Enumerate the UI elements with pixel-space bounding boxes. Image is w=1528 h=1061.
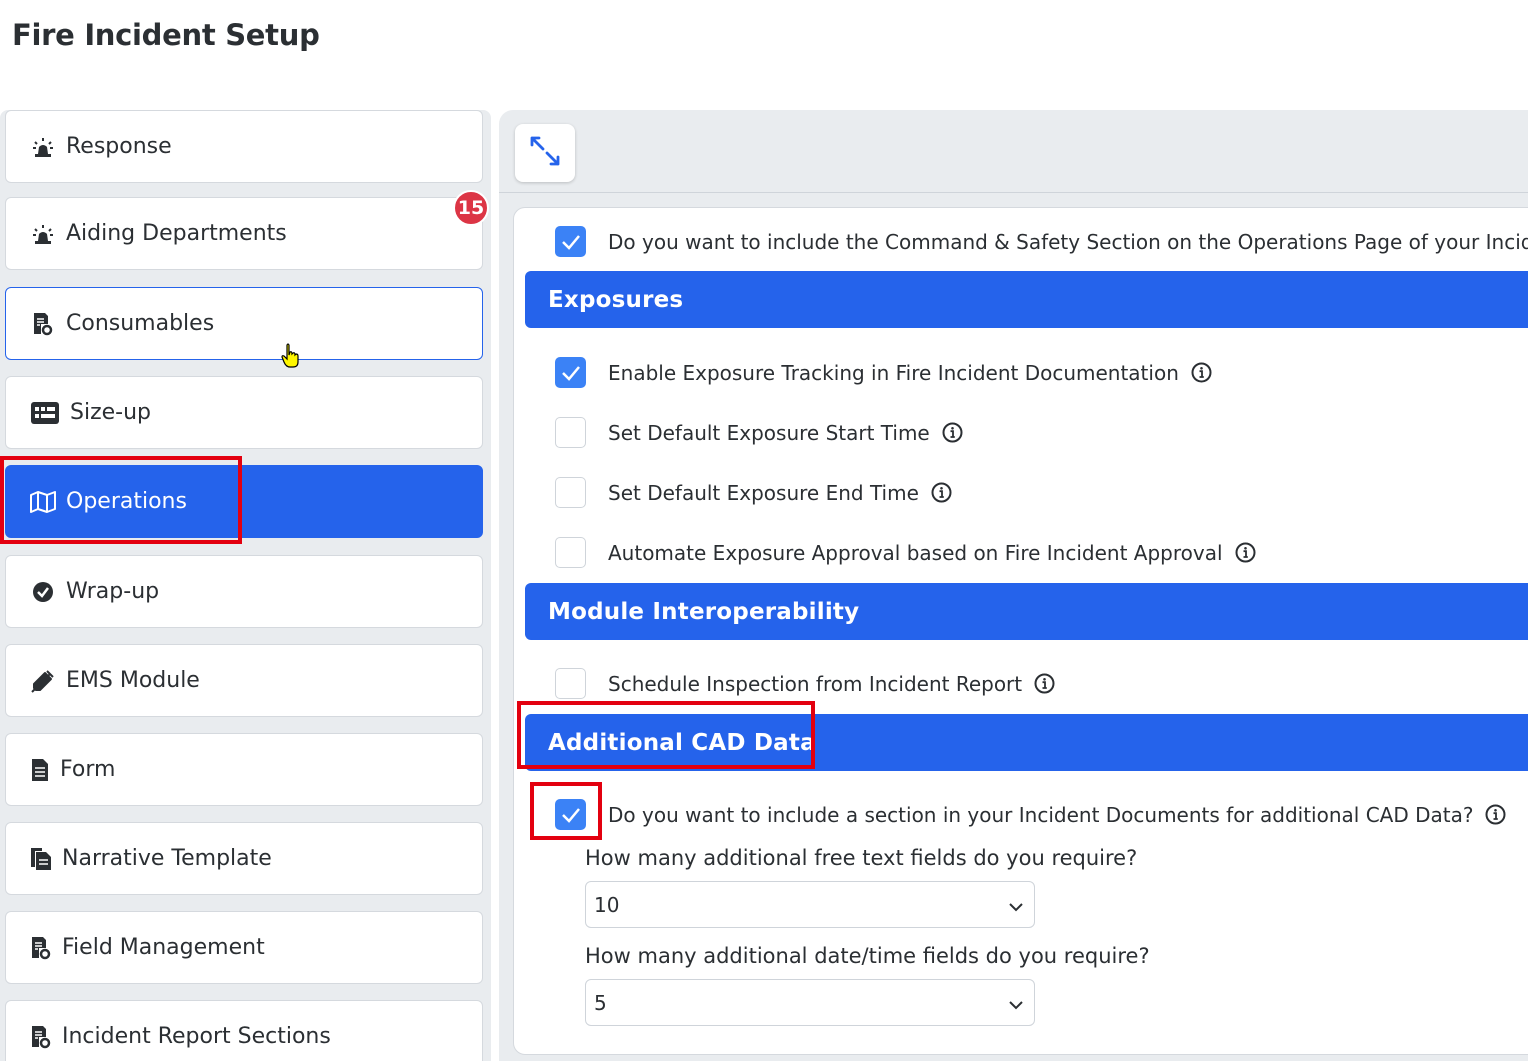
cad-include-row: Do you want to include a section in your… (555, 799, 1506, 830)
sidebar-item-label: Field Management (62, 935, 265, 960)
info-icon[interactable] (1485, 804, 1506, 825)
schedule-inspection-row: Schedule Inspection from Incident Report (555, 668, 1055, 699)
exposures-header: Exposures (525, 271, 1528, 328)
schedule-inspection-label: Schedule Inspection from Incident Report (608, 671, 1023, 696)
command-safety-label: Do you want to include the Command & Saf… (608, 229, 1528, 254)
info-icon[interactable] (942, 422, 963, 443)
sidebar-item-wrap-up[interactable]: Wrap-up (5, 555, 483, 628)
notification-badge: 15 (453, 190, 489, 226)
sidebar-item-narrative-template[interactable]: Narrative Template (5, 822, 483, 895)
info-icon[interactable] (1191, 362, 1212, 383)
toolbar-divider (499, 192, 1528, 193)
exposure-approval-row: Automate Exposure Approval based on Fire… (555, 537, 1256, 568)
exposure-end-time-checkbox[interactable] (555, 477, 586, 508)
exposure-tracking-label: Enable Exposure Tracking in Fire Inciden… (608, 360, 1179, 385)
chevron-down-icon (1008, 994, 1024, 1018)
sidebar-item-ems-module[interactable]: EMS Module (5, 644, 483, 717)
sidebar-item-form[interactable]: Form (5, 733, 483, 806)
command-safety-row: Do you want to include the Command & Saf… (555, 226, 1528, 257)
check-circle-icon (30, 579, 56, 605)
sidebar-item-label: Response (66, 134, 172, 159)
exposure-start-time-checkbox[interactable] (555, 417, 586, 448)
siren-icon (30, 221, 56, 247)
exposure-start-time-row: Set Default Exposure Start Time (555, 417, 963, 448)
siren-icon (30, 134, 56, 160)
info-icon[interactable] (1235, 542, 1256, 563)
exposure-end-time-label: Set Default Exposure End Time (608, 480, 919, 505)
map-icon (30, 489, 56, 515)
exposure-start-time-label: Set Default Exposure Start Time (608, 420, 930, 445)
sidebar-item-label: Operations (66, 489, 187, 514)
document-gear-icon (30, 311, 56, 337)
exposure-tracking-checkbox[interactable] (555, 357, 586, 388)
cad-include-label: Do you want to include a section in your… (608, 802, 1474, 827)
sidebar-item-label: Form (60, 757, 116, 782)
sidebar-item-incident-report-sections[interactable]: Incident Report Sections (5, 1000, 483, 1061)
document-gear-icon (30, 935, 52, 961)
datetime-count-select[interactable]: 5 (585, 979, 1035, 1026)
sidebar-item-label: Size-up (70, 400, 152, 425)
free-text-count-select[interactable]: 10 (585, 881, 1035, 928)
sidebar-item-aiding-departments[interactable]: Aiding Departments (5, 197, 483, 270)
sidebar-item-size-up[interactable]: Size-up (5, 376, 483, 449)
schedule-inspection-checkbox[interactable] (555, 668, 586, 699)
cad-include-checkbox[interactable] (555, 799, 586, 830)
sidebar-item-field-management[interactable]: Field Management (5, 911, 483, 984)
exposure-approval-label: Automate Exposure Approval based on Fire… (608, 540, 1223, 565)
free-text-question: How many additional free text fields do … (585, 846, 1138, 870)
sidebar-item-operations[interactable]: Operations (5, 465, 483, 538)
sidebar-item-label: Wrap-up (66, 579, 160, 604)
info-icon[interactable] (931, 482, 952, 503)
additional-cad-data-header: Additional CAD Data (525, 714, 1528, 771)
datetime-question: How many additional date/time fields do … (585, 944, 1150, 968)
document-gear-icon (30, 1024, 52, 1050)
hand-cursor-icon (281, 343, 301, 374)
exposure-approval-checkbox[interactable] (555, 537, 586, 568)
exposure-tracking-row: Enable Exposure Tracking in Fire Inciden… (555, 357, 1212, 388)
page-title: Fire Incident Setup (12, 18, 320, 52)
copy-document-icon (30, 846, 52, 872)
free-text-count-value: 10 (594, 892, 620, 917)
sidebar-item-label: Consumables (66, 311, 215, 336)
chevron-down-icon (1008, 896, 1024, 920)
document-icon (30, 757, 50, 783)
module-interoperability-header: Module Interoperability (525, 583, 1528, 640)
command-safety-checkbox[interactable] (555, 226, 586, 257)
datetime-count-value: 5 (594, 990, 607, 1015)
sidebar-item-response[interactable]: Response (5, 110, 483, 183)
dashboard-card-icon (30, 400, 60, 426)
exposure-end-time-row: Set Default Exposure End Time (555, 477, 952, 508)
sidebar-item-label: Aiding Departments (66, 221, 287, 246)
sidebar-item-label: EMS Module (66, 668, 200, 693)
sidebar-item-label: Narrative Template (62, 846, 272, 871)
sidebar-item-label: Incident Report Sections (62, 1024, 331, 1049)
info-icon[interactable] (1034, 673, 1055, 694)
syringe-icon (30, 668, 56, 694)
expand-arrows-icon (528, 134, 562, 173)
expand-button[interactable] (515, 124, 575, 182)
sidebar-item-consumables[interactable]: Consumables (5, 287, 483, 360)
